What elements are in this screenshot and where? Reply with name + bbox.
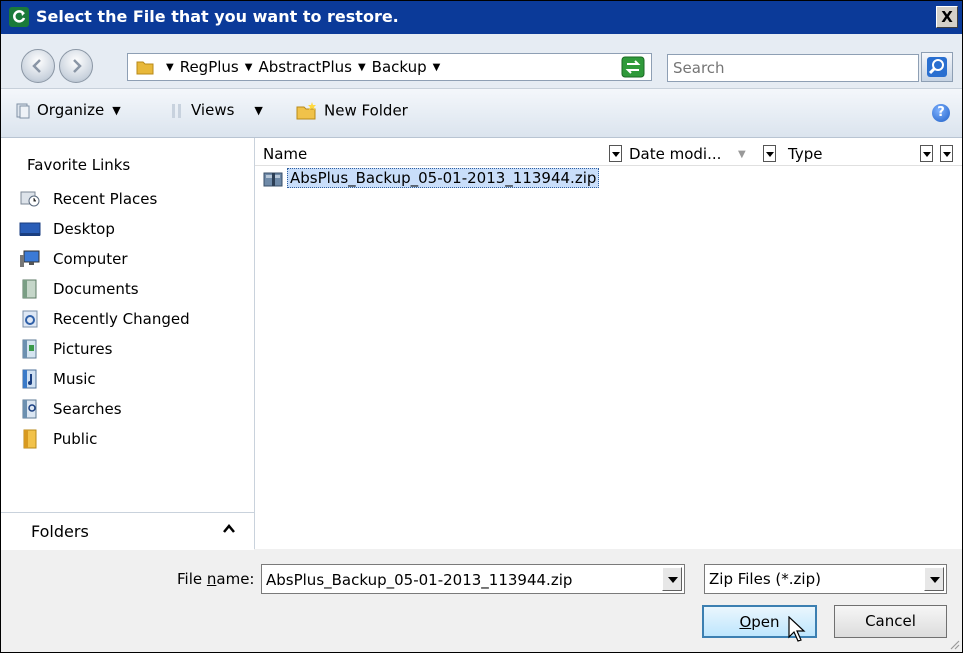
column-type-filter-button[interactable] xyxy=(920,145,933,162)
file-open-dialog: Select the File that you want to restore… xyxy=(0,0,963,653)
chevron-down-icon: ▼ xyxy=(254,104,263,117)
back-button[interactable] xyxy=(21,49,55,83)
back-arrow-icon xyxy=(32,59,41,73)
public-folder-icon xyxy=(23,429,37,449)
views-button[interactable]: Views ▼ xyxy=(169,101,263,120)
bottom-panel: File name: Zip Files (*.zip) Open Cancel xyxy=(1,550,962,652)
sidebar-item-documents[interactable]: Documents xyxy=(1,275,253,303)
breadcrumb-abstractplus[interactable]: ▼ AbstractPlus xyxy=(245,58,352,76)
column-name-filter-button[interactable] xyxy=(609,145,622,162)
column-date-modified[interactable]: Date modi... xyxy=(629,145,721,163)
folders-toggle[interactable]: Folders xyxy=(1,512,254,550)
search-button[interactable] xyxy=(921,52,953,82)
mouse-cursor-icon xyxy=(788,616,806,642)
folder-icon xyxy=(136,61,154,75)
column-overflow-button[interactable] xyxy=(940,145,953,162)
documents-icon xyxy=(22,279,37,299)
views-icon xyxy=(172,103,181,118)
column-headers: Name Date modi... ▼ Type xyxy=(255,143,962,166)
sidebar-item-searches[interactable]: Searches xyxy=(1,395,253,423)
sidebar-item-pictures[interactable]: Pictures xyxy=(1,335,253,363)
cancel-button[interactable]: Cancel xyxy=(834,605,947,638)
breadcrumb: ▼ RegPlus ▼ AbstractPlus ▼ Backup ▼ xyxy=(166,58,452,76)
recent-places-icon xyxy=(20,191,40,207)
sort-arrow-icon: ▼ xyxy=(738,149,746,160)
address-row: ▼RegPlus ▼AbstractPlus ▼Backup ▼ ▼ xyxy=(1,34,962,89)
breadcrumb-regplus[interactable]: ▼ RegPlus xyxy=(166,58,239,76)
filename-label: File name: xyxy=(177,570,255,588)
forward-button[interactable] xyxy=(59,49,93,83)
music-icon xyxy=(22,369,37,389)
command-toolbar: Organize ▼ Views ▼ New Folder ? xyxy=(1,89,962,138)
new-folder-icon xyxy=(296,102,316,120)
file-list: Name Date modi... ▼ Type AbsPlus_Backup_… xyxy=(255,138,962,549)
sidebar-item-recently-changed[interactable]: Recently Changed xyxy=(1,305,253,333)
computer-icon xyxy=(20,250,40,267)
organize-icon xyxy=(16,103,30,118)
filename-dropdown-button[interactable] xyxy=(662,567,682,591)
app-logo-icon xyxy=(9,7,29,27)
breadcrumb-overflow[interactable]: ▼ xyxy=(433,58,447,76)
filetype-value: Zip Files (*.zip) xyxy=(709,570,821,588)
pictures-icon xyxy=(22,339,37,359)
resize-grip-icon[interactable] xyxy=(948,638,960,650)
filetype-dropdown-button[interactable] xyxy=(924,567,944,591)
address-bar[interactable]: ▼RegPlus ▼AbstractPlus ▼Backup ▼ ▼ xyxy=(127,53,652,81)
sidebar-item-music[interactable]: Music xyxy=(1,365,253,393)
sidebar-item-desktop[interactable]: Desktop xyxy=(1,215,253,243)
sidebar-item-computer[interactable]: Computer xyxy=(1,245,253,273)
favorite-links-heading: Favorite Links xyxy=(27,156,131,174)
new-folder-button[interactable]: New Folder xyxy=(296,101,408,121)
magnifier-icon xyxy=(927,57,947,77)
refresh-icon[interactable] xyxy=(616,52,650,82)
desktop-icon xyxy=(19,222,41,236)
sidebar-item-recent-places[interactable]: Recent Places xyxy=(1,185,253,213)
column-name[interactable]: Name xyxy=(263,145,307,163)
breadcrumb-backup[interactable]: ▼ Backup xyxy=(358,58,427,76)
recently-changed-icon xyxy=(22,310,38,328)
forward-arrow-icon xyxy=(73,59,82,73)
search-field[interactable] xyxy=(667,54,919,82)
filetype-select[interactable]: Zip Files (*.zip) xyxy=(704,564,947,594)
sidebar-item-public[interactable]: Public xyxy=(1,425,253,453)
chevron-down-icon: ▼ xyxy=(112,104,121,117)
help-icon[interactable]: ? xyxy=(932,104,950,122)
organize-button[interactable]: Organize ▼ xyxy=(15,101,121,120)
searches-icon xyxy=(22,399,37,419)
column-date-filter-button[interactable] xyxy=(763,145,776,162)
filename-input[interactable] xyxy=(264,567,658,593)
filename-combobox[interactable] xyxy=(261,564,685,594)
zip-file-icon xyxy=(263,172,283,187)
window-title: Select the File that you want to restore… xyxy=(36,7,399,26)
file-name[interactable]: AbsPlus_Backup_05-01-2013_113944.zip xyxy=(287,168,600,188)
navigation-pane: Favorite Links Recent Places Desktop Com… xyxy=(1,138,255,549)
search-input[interactable] xyxy=(668,55,918,81)
column-type[interactable]: Type xyxy=(788,145,822,163)
title-bar: Select the File that you want to restore… xyxy=(1,1,962,34)
close-button[interactable]: X xyxy=(936,6,958,28)
chevron-up-icon xyxy=(223,524,235,533)
